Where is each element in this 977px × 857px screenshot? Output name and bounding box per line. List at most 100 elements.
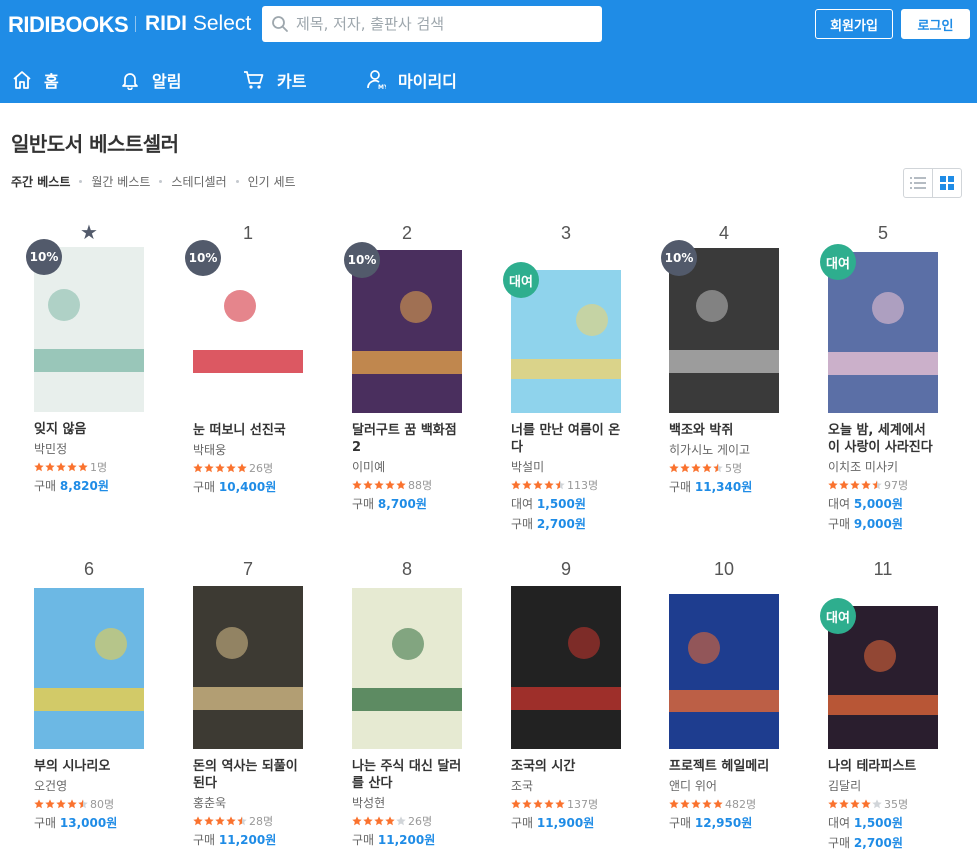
book-info: 부의 시나리오 오건영 80명 구매 13,000원 <box>34 758 184 830</box>
book-author[interactable]: 오건영 <box>34 779 184 793</box>
star-icon <box>226 462 236 472</box>
rating-stars <box>828 798 883 809</box>
tab-sets[interactable]: 인기 세트 <box>248 173 296 190</box>
book-title[interactable]: 돈의 역사는 되풀이된다 <box>193 758 305 792</box>
book-cover[interactable]: 10% <box>185 240 303 413</box>
book-author[interactable]: 홍춘욱 <box>193 796 343 810</box>
nav-my-ridi[interactable]: MY 마이리디 <box>366 60 457 100</box>
ridi-select-light: Select <box>192 12 252 35</box>
list-view-button[interactable] <box>904 169 932 197</box>
search-icon <box>272 16 288 32</box>
book-info: 오늘 밤, 세계에서 이 사랑이 사라진다 ... 이치조 미사키 97명대여 5,… <box>828 422 977 531</box>
book-title[interactable]: 조국의 시간 <box>511 758 623 775</box>
login-button[interactable]: 로그인 <box>901 9 970 39</box>
book-author[interactable]: 박설미 <box>511 460 661 474</box>
book-title[interactable]: 눈 떠보니 선진국 <box>193 422 305 439</box>
rental-badge: 대여 <box>503 262 539 298</box>
price-value: 13,000원 <box>59 816 118 830</box>
discount-badge: 10% <box>661 240 697 276</box>
book-title[interactable]: 달러구트 꿈 백화점 2 <box>352 422 464 456</box>
star-icon <box>237 815 247 825</box>
book-author[interactable]: 앤디 위어 <box>669 779 819 793</box>
search-input[interactable] <box>296 13 592 35</box>
star-icon <box>680 798 690 808</box>
book-author[interactable]: 이미예 <box>352 460 502 474</box>
star-icon <box>511 798 521 808</box>
star-icon <box>839 479 849 489</box>
book-card[interactable]: ★ 10% 잊지 않음 박민정 1명 구매 8,820원 <box>26 222 184 493</box>
book-cover[interactable]: 10% <box>344 242 462 413</box>
book-card[interactable]: 5대여오늘 밤, 세계에서 이 사랑이 사라진다 ...이치조 미사키97명대여… <box>820 222 977 531</box>
tab-steady[interactable]: 스테디셀러 <box>171 173 226 190</box>
book-title[interactable]: 오늘 밤, 세계에서 이 사랑이 사라진다 ... <box>828 422 940 456</box>
book-author[interactable]: 박민정 <box>34 442 184 456</box>
book-cover[interactable]: 10% <box>26 239 144 412</box>
book-title[interactable]: 너를 만난 여름이 온다 <box>511 422 623 456</box>
nav-notifications[interactable]: 알림 <box>120 60 181 100</box>
book-title[interactable]: 백조와 박쥐 <box>669 422 781 439</box>
star-icon <box>363 479 373 489</box>
book-card[interactable]: 2 10% 달러구트 꿈 백화점 2 이미예 88명 구매 8,700원 <box>344 222 502 511</box>
star-icon <box>713 462 723 472</box>
rating-count: 88명 <box>408 478 433 492</box>
star-icon <box>78 798 88 808</box>
ridibooks-logo[interactable]: RIDIBOOKS <box>8 12 129 38</box>
grid-view-button[interactable] <box>932 169 961 197</box>
book-author[interactable]: 김달리 <box>828 779 977 793</box>
rating-stars <box>193 815 248 826</box>
nav-notifications-label: 알림 <box>152 72 182 91</box>
star-icon <box>385 479 395 489</box>
nav-home[interactable]: 홈 <box>12 60 59 100</box>
signup-button[interactable]: 회원가입 <box>815 9 893 39</box>
rating-stars <box>669 798 724 809</box>
book-author[interactable]: 박태웅 <box>193 443 343 457</box>
book-cover[interactable]: 대여 <box>820 244 938 413</box>
book-card[interactable]: 9 조국의 시간 조국 137명 구매 11,900원 <box>511 558 661 830</box>
book-title[interactable]: 잊지 않음 <box>34 421 146 438</box>
star-icon <box>544 479 554 489</box>
bestseller-tabs: 주간 베스트 월간 베스트 스테디셀러 인기 세트 <box>11 173 296 190</box>
book-title[interactable]: 부의 시나리오 <box>34 758 146 775</box>
book-title[interactable]: 나는 주식 대신 달러를 산다 <box>352 758 464 792</box>
book-card[interactable]: 4 10% 백조와 박쥐 히가시노 게이고 5명 구매 11,340원 <box>661 222 819 494</box>
book-card[interactable]: 8 나는 주식 대신 달러를 산다 박성현 26명 구매 11,200원 <box>352 558 502 847</box>
rental-price: 대여 1,500원 <box>511 497 661 511</box>
book-cover[interactable] <box>193 586 303 749</box>
book-cover[interactable]: 대여 <box>503 262 621 413</box>
book-author[interactable]: 히가시노 게이고 <box>669 443 819 457</box>
book-rating: 80명 <box>34 797 184 811</box>
price-value: 8,820원 <box>59 479 109 493</box>
star-icon <box>555 479 565 489</box>
book-card[interactable]: 10 프로젝트 헤일메리 앤디 위어 482명 구매 12,950원 <box>669 558 819 830</box>
book-author[interactable]: 이치조 미사키 <box>828 460 977 474</box>
book-cover[interactable]: 대여 <box>820 598 938 749</box>
price-label: 구매 <box>352 497 375 511</box>
rating-count: 26명 <box>408 814 433 828</box>
book-info: 너를 만난 여름이 온다 박설미 113명 대여 1,500원 구매 2,700원 <box>511 422 661 531</box>
book-card[interactable]: 3 대여 너를 만난 여름이 온다 박설미 113명 대여 1,500원 구매 2,700원 <box>503 222 661 531</box>
price-value: 1,500원 <box>536 497 586 511</box>
book-cover[interactable] <box>669 594 779 749</box>
book-cover[interactable]: 10% <box>661 240 779 413</box>
book-title[interactable]: 프로젝트 헤일메리 <box>669 758 781 775</box>
book-cover[interactable] <box>511 586 621 749</box>
star-icon <box>702 462 712 472</box>
book-rank: 9 <box>560 559 571 579</box>
tab-separator <box>79 180 83 183</box>
nav-cart[interactable]: 카트 <box>243 60 306 100</box>
book-card[interactable]: 7 돈의 역사는 되풀이된다 홍춘욱 28명 구매 11,200원 <box>193 558 343 847</box>
ridi-select-logo[interactable]: RIDI Select <box>145 12 251 36</box>
star-icon <box>839 798 849 808</box>
book-info: 잊지 않음 박민정 1명 구매 8,820원 <box>34 421 184 493</box>
book-author[interactable]: 조국 <box>511 779 661 793</box>
book-card[interactable]: 11 대여 나의 테라피스트 김달리 35명 대여 1,500원 구매 2,700원 <box>820 558 977 850</box>
book-card[interactable]: 1 10% 눈 떠보니 선진국 박태웅 26명 구매 10,400원 <box>185 222 343 494</box>
price-value: 2,700원 <box>536 517 586 531</box>
book-cover[interactable] <box>352 588 462 749</box>
book-cover[interactable] <box>34 588 144 749</box>
book-author[interactable]: 박성현 <box>352 796 502 810</box>
tab-weekly[interactable]: 주간 베스트 <box>11 173 70 190</box>
book-title[interactable]: 나의 테라피스트 <box>828 758 940 775</box>
tab-monthly[interactable]: 월간 베스트 <box>91 173 150 190</box>
book-card[interactable]: 6 부의 시나리오 오건영 80명 구매 13,000원 <box>34 558 184 830</box>
